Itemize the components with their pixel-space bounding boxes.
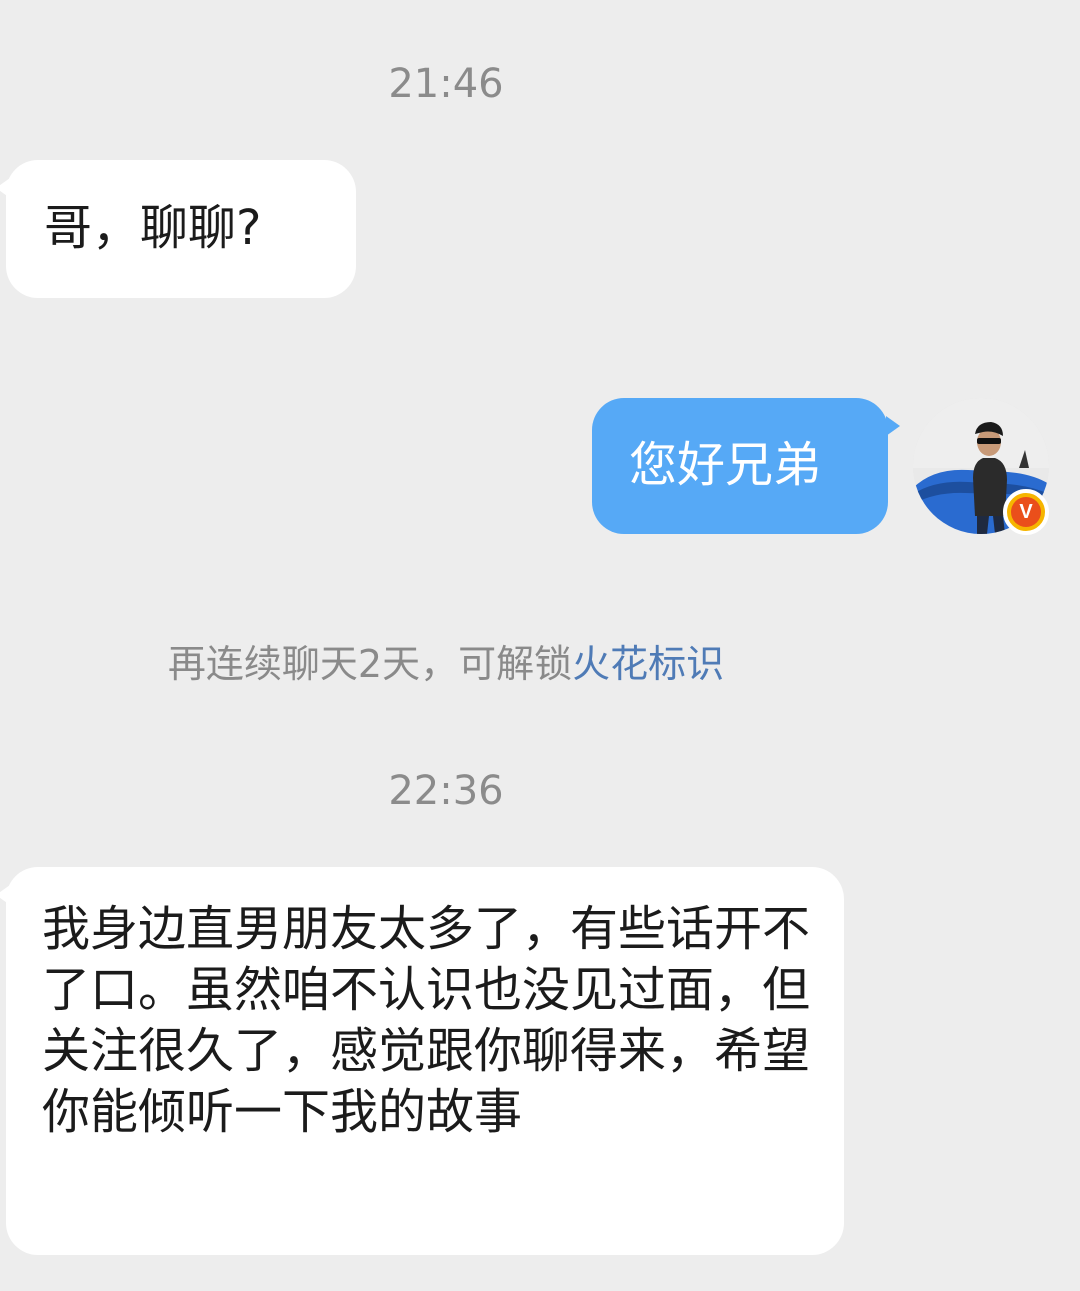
spark-badge-link[interactable]: 火花标识 [572,642,724,686]
badge-letter: V [1011,497,1041,527]
verified-v-badge-icon: V [1003,489,1049,535]
timestamp: 22:36 [388,768,504,814]
system-notice-text: 再连续聊天2天，可解锁 [167,642,573,686]
message-bubble-incoming[interactable]: 哥，聊聊? [0,160,356,298]
message-bubble-incoming[interactable]: 我身边直男朋友太多了，有些话开不了口。虽然咱不认识也没见过面，但关注很久了，感觉… [0,867,844,1255]
timestamp: 21:46 [388,61,504,107]
system-notice: 再连续聊天2天，可解锁火花标识 [0,642,892,686]
message-bubble-outgoing[interactable]: 您好兄弟 [592,398,900,534]
